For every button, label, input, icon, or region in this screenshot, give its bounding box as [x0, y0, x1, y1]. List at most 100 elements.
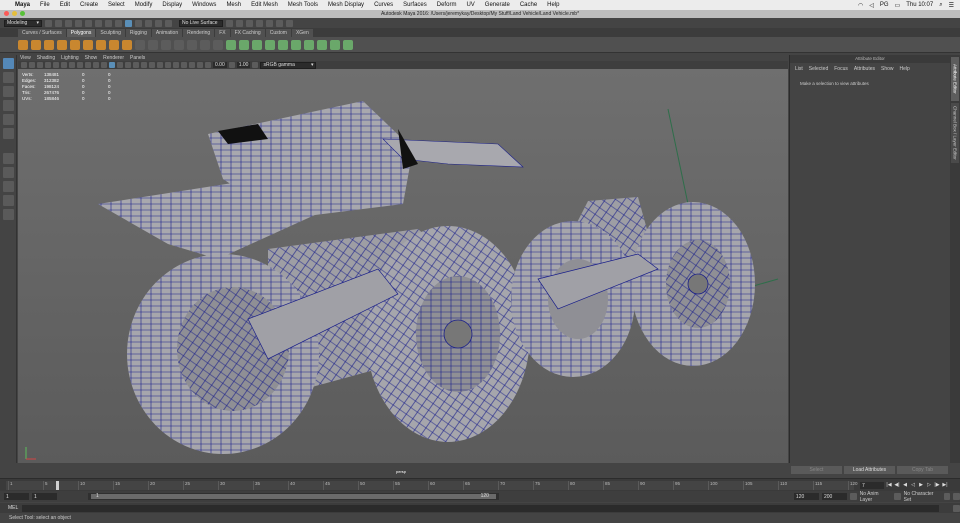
- select-camera-icon[interactable]: [21, 62, 27, 68]
- fill-hole-icon[interactable]: [200, 39, 210, 50]
- wifi-icon[interactable]: ◠: [858, 2, 863, 9]
- depth-of-field-icon[interactable]: [197, 62, 203, 68]
- target-weld-icon[interactable]: [291, 39, 301, 50]
- end-time-field[interactable]: 200: [821, 493, 847, 500]
- separate-icon[interactable]: [148, 39, 158, 50]
- exposure-field[interactable]: 0.00: [213, 62, 227, 68]
- ambient-occlusion-icon[interactable]: [173, 62, 179, 68]
- gate-mask-icon[interactable]: [77, 62, 83, 68]
- spotlight-icon[interactable]: ⌕: [939, 2, 942, 9]
- shelf-tab-rigging[interactable]: Rigging: [125, 29, 151, 37]
- anti-aliasing-icon[interactable]: [189, 62, 195, 68]
- ae-menu-focus[interactable]: Focus: [834, 66, 848, 72]
- zoom-window-icon[interactable]: [20, 11, 25, 16]
- poly-disc-icon[interactable]: [96, 39, 106, 50]
- shelf-tab-animation[interactable]: Animation: [151, 29, 183, 37]
- snap-curve-icon[interactable]: [135, 19, 142, 27]
- persp-outliner-layout-icon[interactable]: [2, 181, 14, 192]
- undo-icon[interactable]: [75, 19, 82, 27]
- extrude-icon[interactable]: [226, 39, 236, 50]
- input-source[interactable]: PG: [880, 2, 889, 8]
- super-shape-icon[interactable]: [122, 39, 132, 50]
- shadows-icon[interactable]: [141, 62, 147, 68]
- poly-cube-icon[interactable]: [31, 39, 41, 50]
- menu-uv[interactable]: UV: [461, 2, 479, 8]
- select-component-icon[interactable]: [115, 19, 122, 27]
- snap-grid-icon[interactable]: [125, 19, 132, 27]
- field-chart-icon[interactable]: [85, 62, 91, 68]
- uv-editor-icon[interactable]: [317, 39, 327, 50]
- menuset-dropdown[interactable]: Modeling ▾: [4, 19, 42, 27]
- redo-icon[interactable]: [85, 19, 92, 27]
- step-back-icon[interactable]: ◀: [902, 482, 908, 488]
- menu-deform[interactable]: Deform: [432, 2, 462, 8]
- bridge-icon[interactable]: [239, 39, 249, 50]
- app-menu[interactable]: Maya: [10, 2, 35, 8]
- xray-icon[interactable]: [149, 62, 155, 68]
- grid-icon[interactable]: [53, 62, 59, 68]
- menu-mesh-display[interactable]: Mesh Display: [323, 2, 369, 8]
- step-forward-key-icon[interactable]: |▶: [934, 482, 940, 488]
- persp-graph-layout-icon[interactable]: [2, 195, 14, 206]
- anim-layer-icon[interactable]: [849, 493, 857, 500]
- battery-icon[interactable]: ▭: [895, 2, 901, 9]
- menu-mesh-tools[interactable]: Mesh Tools: [283, 2, 323, 8]
- menu-curves[interactable]: Curves: [369, 2, 398, 8]
- toggle-modeling-toolkit-icon[interactable]: [266, 19, 273, 27]
- go-to-end-icon[interactable]: ▶|: [942, 482, 948, 488]
- gamma-field[interactable]: 1.00: [236, 62, 251, 68]
- toggle-tool-settings-icon[interactable]: [286, 19, 293, 27]
- wireframe-on-shaded-icon[interactable]: [117, 62, 123, 68]
- exposure-icon[interactable]: [205, 62, 211, 68]
- snap-plane-icon[interactable]: [155, 19, 162, 27]
- shelf-tab-custom[interactable]: Custom: [265, 29, 291, 37]
- ae-menu-attributes[interactable]: Attributes: [854, 66, 875, 72]
- new-scene-icon[interactable]: [45, 19, 52, 27]
- color-space-dropdown[interactable]: sRGB gamma ▾: [260, 61, 317, 69]
- poly-cylinder-icon[interactable]: [44, 39, 54, 50]
- planar-uv-icon[interactable]: [330, 39, 340, 50]
- gamma-icon[interactable]: [228, 62, 235, 68]
- use-all-lights-icon[interactable]: [133, 62, 139, 68]
- smooth-icon[interactable]: [161, 39, 171, 50]
- bevel-icon[interactable]: [252, 39, 262, 50]
- playback-start-field[interactable]: 1: [32, 493, 58, 500]
- perspective-viewport[interactable]: Verts: 138481 0 0 Edges: 312382 0 0 Faces: 1981…: [18, 69, 788, 474]
- tab-attribute-editor[interactable]: Attribute Editor: [951, 57, 959, 101]
- append-icon[interactable]: [265, 39, 275, 50]
- minimize-window-icon[interactable]: [12, 11, 17, 16]
- menu-modify[interactable]: Modify: [130, 2, 158, 8]
- menu-edit[interactable]: Edit: [55, 2, 75, 8]
- combine-icon[interactable]: [135, 39, 145, 50]
- select-object-icon[interactable]: [105, 19, 112, 27]
- shelf-tab-sculpting[interactable]: Sculpting: [96, 29, 125, 37]
- poly-plane-icon[interactable]: [83, 39, 93, 50]
- paint-select-icon[interactable]: [2, 86, 14, 97]
- menu-generate[interactable]: Generate: [480, 2, 515, 8]
- smooth-shade-icon[interactable]: [109, 62, 115, 68]
- step-forward-icon[interactable]: ▷: [926, 482, 932, 488]
- shelf-tab-curves-surfaces[interactable]: Curves / Surfaces: [18, 29, 66, 37]
- time-slider-track[interactable]: 1 5 10 15 20 25 30 35 40 45 50 55 60 65 70 75 80 85 90 95 10…: [6, 481, 858, 490]
- boolean-icon[interactable]: [174, 39, 184, 50]
- open-scene-icon[interactable]: [55, 19, 62, 27]
- poly-cone-icon[interactable]: [57, 39, 67, 50]
- hypershade-icon[interactable]: [256, 19, 263, 27]
- camera-attributes-icon[interactable]: [29, 62, 35, 68]
- automatic-uv-icon[interactable]: [343, 39, 353, 50]
- menu-surfaces[interactable]: Surfaces: [398, 2, 432, 8]
- shelf-tab-rendering[interactable]: Rendering: [183, 29, 215, 37]
- four-view-layout-icon[interactable]: [2, 167, 14, 178]
- clock[interactable]: Thu 10:07: [906, 2, 933, 8]
- playback-range-fill[interactable]: [91, 494, 496, 499]
- menu-create[interactable]: Create: [75, 2, 103, 8]
- tab-channel-box[interactable]: Channel Box / Layer Editor: [951, 103, 959, 163]
- poly-sphere-icon[interactable]: [18, 39, 28, 50]
- character-set-icon[interactable]: [893, 493, 901, 500]
- live-surface-field[interactable]: No Live Surface: [179, 19, 223, 27]
- preferences-icon[interactable]: [953, 493, 960, 500]
- make-live-icon[interactable]: [165, 19, 172, 27]
- isolate-select-icon[interactable]: [165, 62, 171, 68]
- vehicle-mesh-render[interactable]: [18, 69, 788, 463]
- outliner-layout-icon[interactable]: [2, 209, 14, 220]
